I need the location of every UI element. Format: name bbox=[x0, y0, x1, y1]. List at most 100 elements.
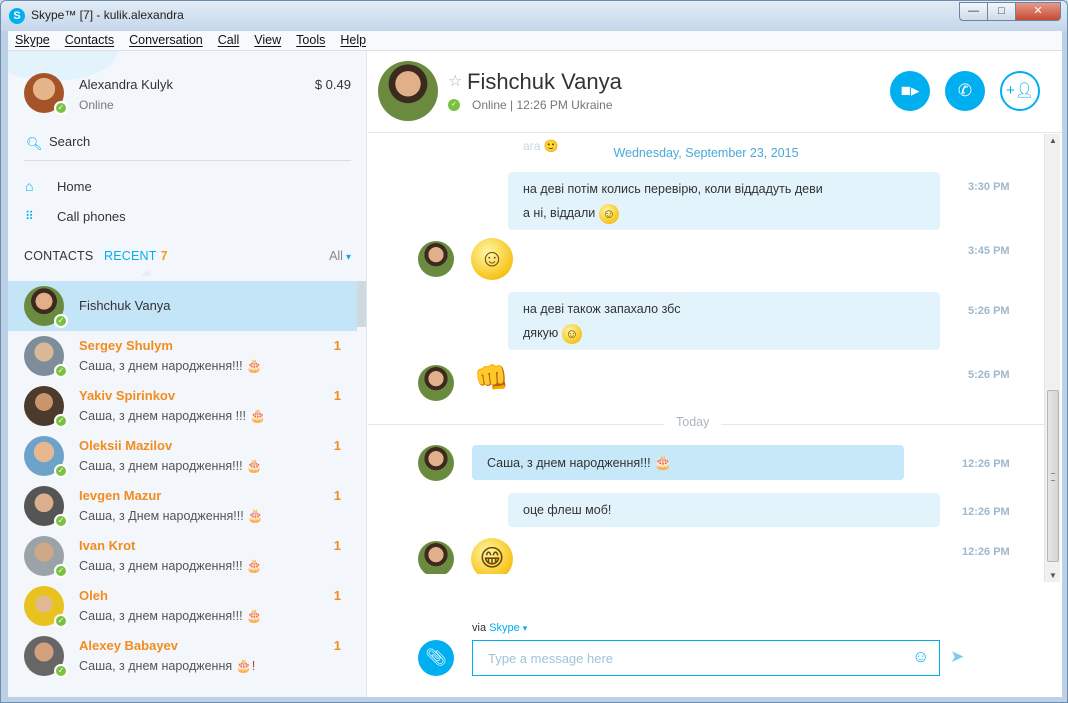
add-contact-icon: +👤︎ bbox=[1006, 82, 1034, 99]
contact-item[interactable]: ✓ Oleh Саша, з днем народження!!! 🎂 1 bbox=[8, 581, 357, 631]
contact-name: Sergey Shulym bbox=[79, 338, 173, 353]
message-text: а ні, віддали bbox=[523, 206, 596, 220]
message-text: на деві потім колись перевірю, коли відд… bbox=[523, 182, 823, 196]
scroll-down-icon[interactable]: ▼ bbox=[1049, 571, 1057, 580]
sender-avatar[interactable] bbox=[418, 541, 454, 574]
message-time: 3:30 PM bbox=[968, 181, 1010, 193]
filter-dropdown[interactable]: All ▾ bbox=[329, 249, 351, 263]
avatar: ✓ bbox=[24, 486, 68, 528]
window-controls: — □ ✕ bbox=[959, 2, 1061, 21]
message-input[interactable] bbox=[472, 640, 940, 676]
menu-call[interactable]: Call bbox=[218, 31, 240, 50]
date-separator: Wednesday, September 23, 2015 bbox=[613, 146, 799, 160]
scroll-up-icon[interactable]: ▲ bbox=[1049, 136, 1057, 145]
last-message-text: Саша, з днем народження!!! bbox=[79, 559, 243, 573]
filter-label: All bbox=[329, 249, 343, 263]
contact-item[interactable]: ✓ Yakiv Spirinkov Саша, з днем народженн… bbox=[8, 381, 357, 431]
unread-badge: 1 bbox=[333, 488, 341, 503]
last-message: Саша, з Днем народження!!! 🎂 bbox=[79, 508, 263, 524]
menu-help[interactable]: Help bbox=[340, 31, 366, 50]
contact-list: ✓ Fishchuk Vanya ✓ Sergey Shulym Саша, з… bbox=[8, 281, 366, 697]
menu-tools[interactable]: Tools bbox=[296, 31, 325, 50]
message-text-line: дякую ☺ bbox=[523, 321, 925, 345]
tab-recent-label: RECENT bbox=[104, 249, 157, 263]
my-name[interactable]: Alexandra Kulyk bbox=[79, 77, 173, 92]
contact-name-title[interactable]: Fishchuk Vanya bbox=[467, 69, 622, 95]
sender-avatar[interactable] bbox=[418, 445, 454, 481]
last-message-text: Саша, з днем народження!!! bbox=[79, 459, 243, 473]
menu-view[interactable]: View bbox=[254, 31, 281, 50]
nav-call-phones[interactable]: ⠿ Call phones bbox=[24, 207, 324, 229]
contact-list-scrollbar[interactable] bbox=[357, 281, 366, 327]
minimize-button[interactable]: — bbox=[959, 2, 987, 21]
skype-credit[interactable]: $ 0.49 bbox=[315, 77, 351, 92]
contact-item[interactable]: ✓ Alexey Babayev Саша, з днем народження… bbox=[8, 631, 357, 681]
via-selector[interactable]: via Skype ▾ bbox=[472, 622, 527, 634]
my-avatar[interactable]: ✓ bbox=[24, 73, 68, 115]
menu-contacts[interactable]: Contacts bbox=[65, 31, 114, 50]
unread-badge: 1 bbox=[333, 588, 341, 603]
contact-item[interactable]: ✓ Oleksii Mazilov Саша, з днем народженн… bbox=[8, 431, 357, 481]
home-icon: ⌂ bbox=[25, 178, 34, 194]
send-icon[interactable]: ➤ bbox=[950, 647, 964, 667]
cake-icon: 🎂 bbox=[246, 458, 263, 473]
online-status-icon: ✓ bbox=[54, 364, 68, 378]
message-time: 12:26 PM bbox=[962, 506, 1010, 518]
cake-icon: 🎂 bbox=[249, 408, 266, 423]
online-status-icon: ✓ bbox=[54, 614, 68, 628]
avatar: ✓ bbox=[24, 286, 68, 328]
contact-item[interactable]: ✓ Ievgen Mazur Саша, з Днем народження!!… bbox=[8, 481, 357, 531]
contact-item[interactable]: ✓ Fishchuk Vanya bbox=[8, 281, 357, 331]
my-status[interactable]: Online bbox=[79, 98, 114, 112]
tab-contacts[interactable]: CONTACTS bbox=[24, 249, 93, 263]
scrollbar-thumb[interactable] bbox=[1047, 390, 1059, 562]
nav-home-label: Home bbox=[57, 179, 92, 194]
via-service: Skype bbox=[489, 622, 520, 634]
sender-avatar[interactable] bbox=[418, 365, 454, 401]
contact-name: Fishchuk Vanya bbox=[79, 298, 171, 313]
message-bubble[interactable]: Саша, з днем народження!!! 🎂 bbox=[472, 445, 904, 480]
message-bubble[interactable]: на деві потім колись перевірю, коли відд… bbox=[508, 172, 940, 230]
smile-emoticon-icon: ☺ bbox=[598, 203, 619, 224]
message-scrollbar[interactable]: ▲ ▼ bbox=[1044, 134, 1060, 582]
cake-icon: 🎂 bbox=[246, 608, 263, 623]
maximize-button[interactable]: □ bbox=[987, 2, 1015, 21]
message-history: ага 🙂 Wednesday, September 23, 2015 на д… bbox=[368, 134, 1044, 574]
online-status-icon: ✓ bbox=[54, 514, 68, 528]
contact-tabs: CONTACTS RECENT 7 All ▾ bbox=[24, 249, 351, 276]
contact-name: Oleh bbox=[79, 588, 108, 603]
cake-icon: 🎂 bbox=[654, 454, 672, 470]
close-button[interactable]: ✕ bbox=[1015, 2, 1061, 21]
add-people-button[interactable]: +👤︎ bbox=[1000, 71, 1040, 111]
contact-item[interactable]: ✓ Ivan Krot Саша, з днем народження!!! 🎂… bbox=[8, 531, 357, 581]
message-time: 3:45 PM bbox=[968, 245, 1010, 257]
message-bubble[interactable]: оце флеш моб! bbox=[508, 493, 940, 527]
sender-avatar[interactable] bbox=[418, 241, 454, 277]
message-bubble[interactable]: на деві також запахало збс дякую ☺ bbox=[508, 292, 940, 350]
avatar: ✓ bbox=[24, 336, 68, 378]
contact-name: Ievgen Mazur bbox=[79, 488, 162, 503]
phone-icon: ✆ bbox=[957, 81, 973, 100]
sidebar: ✓ Alexandra Kulyk Online $ 0.49 🔍︎ Searc… bbox=[8, 51, 367, 697]
contact-avatar[interactable] bbox=[378, 61, 438, 121]
message-text: оце флеш моб! bbox=[523, 503, 612, 517]
nav-home[interactable]: ⌂ Home bbox=[24, 177, 324, 199]
message-time: 12:26 PM bbox=[962, 458, 1010, 470]
paperclip-icon: 📎︎ bbox=[425, 648, 447, 667]
video-call-button[interactable]: ■▸ bbox=[890, 71, 930, 111]
emoticon-picker-icon[interactable]: ☺ bbox=[912, 647, 929, 667]
search-box[interactable]: 🔍︎ Search bbox=[24, 133, 351, 161]
title-bar[interactable]: S Skype™ [7] - kulik.alexandra — □ ✕ bbox=[1, 1, 1067, 31]
menu-skype[interactable]: Skype bbox=[15, 31, 50, 50]
favorite-star-icon[interactable]: ☆ bbox=[448, 71, 462, 91]
attach-button[interactable]: 📎︎ bbox=[418, 640, 454, 676]
contact-item[interactable]: ✓ Sergey Shulym Саша, з днем народження!… bbox=[8, 331, 357, 381]
last-message: Саша, з днем народження 🎂! bbox=[79, 658, 255, 674]
search-label: Search bbox=[49, 134, 91, 149]
message-text-line: а ні, віддали ☺ bbox=[523, 201, 925, 225]
menu-conversation[interactable]: Conversation bbox=[129, 31, 203, 50]
audio-call-button[interactable]: ✆ bbox=[945, 71, 985, 111]
search-icon: 🔍︎ bbox=[26, 136, 43, 151]
tab-recent[interactable]: RECENT 7 bbox=[104, 249, 168, 263]
client-area: ✓ Alexandra Kulyk Online $ 0.49 🔍︎ Searc… bbox=[8, 51, 1062, 697]
